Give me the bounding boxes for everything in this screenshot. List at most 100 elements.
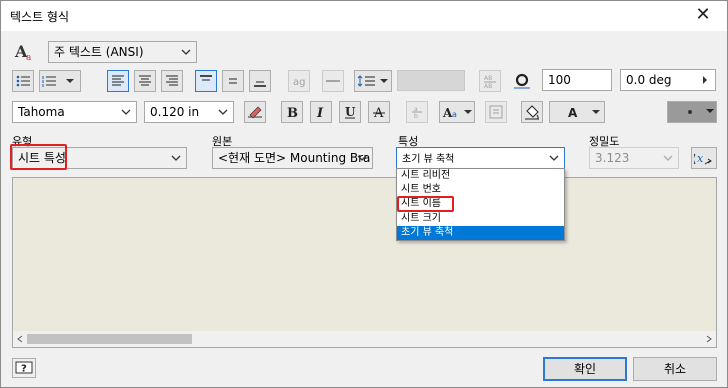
align-left-button[interactable] <box>107 70 129 92</box>
bold-icon: B <box>287 106 298 119</box>
type-callout-highlight <box>10 144 67 170</box>
rotation-input[interactable]: 0.0 deg <box>620 69 716 91</box>
line-button[interactable] <box>322 70 344 92</box>
strikethrough-button[interactable]: A <box>368 101 390 123</box>
text-style-value: 주 텍스트 (ANSI) <box>54 45 144 59</box>
italic-icon: I <box>316 106 324 119</box>
text-format-dialog: 텍스트 형식 ✕ Aa 주 텍스트 (ANSI) ag AB AB 100 0.… <box>0 0 728 388</box>
insert-parameter-button[interactable]: x <box>691 147 717 169</box>
underline-icon: U <box>345 105 356 119</box>
svg-text:A: A <box>568 106 578 119</box>
property-option[interactable]: 시트 리비전 <box>397 169 564 183</box>
bold-button[interactable]: B <box>281 101 303 123</box>
text-edit-area[interactable] <box>12 177 717 348</box>
bullet-list-icon <box>16 75 30 87</box>
source-select[interactable]: <현재 도면> Mounting Bra <box>212 147 373 169</box>
fraction-icon: ab <box>412 106 422 119</box>
underline-button[interactable]: U <box>339 101 361 123</box>
property-select[interactable]: 초기 뷰 축척 <box>396 147 565 169</box>
symbol-button[interactable] <box>485 101 507 123</box>
line-spacing-icon <box>357 75 388 87</box>
font-select[interactable]: Tahoma <box>12 101 137 123</box>
chevron-right-icon <box>703 76 707 84</box>
line-spacing-value-field[interactable] <box>397 70 465 91</box>
valign-middle-icon <box>229 78 237 84</box>
chevron-down-icon <box>121 109 131 115</box>
help-button[interactable]: ? <box>12 358 36 378</box>
cancel-button[interactable]: 취소 <box>633 357 717 381</box>
precision-value: 3.123 <box>595 151 630 165</box>
svg-text:?: ? <box>21 364 27 375</box>
svg-text:U: U <box>345 105 356 119</box>
stack-fraction-icon: ABAB <box>484 75 496 88</box>
svg-text:AB: AB <box>484 83 492 88</box>
align-left-icon <box>112 75 124 86</box>
chevron-down-icon <box>218 109 228 115</box>
align-center-button[interactable] <box>134 70 156 92</box>
font-value: Tahoma <box>18 105 65 119</box>
paint-bucket-icon <box>525 105 539 120</box>
svg-text:a: a <box>26 53 32 62</box>
parameter-icon: x <box>694 152 712 165</box>
italic-button[interactable]: I <box>310 101 332 123</box>
font-size-value: 0.120 in <box>150 105 200 119</box>
valign-top-icon <box>200 75 212 81</box>
align-center-icon <box>139 75 151 86</box>
fraction-button[interactable]: ab <box>406 101 428 123</box>
color-swatch-icon <box>688 109 714 114</box>
valign-top-button[interactable] <box>195 70 217 92</box>
text-style-select[interactable]: 주 텍스트 (ANSI) <box>48 41 197 63</box>
scrollbar-thumb[interactable] <box>27 334 192 344</box>
svg-text:AB: AB <box>484 75 492 82</box>
numbered-list-button[interactable] <box>39 70 81 92</box>
width-factor-value: 100 <box>548 73 571 87</box>
background-color-button[interactable] <box>667 101 717 123</box>
strikethrough-icon: A <box>373 106 385 119</box>
ok-button[interactable]: 확인 <box>543 357 627 381</box>
scroll-left-icon[interactable] <box>16 335 24 343</box>
stack-fraction-button[interactable]: AB AB <box>479 70 501 92</box>
help-icon: ? <box>15 361 33 375</box>
source-value: <현재 도면> Mounting Bra <box>218 151 371 165</box>
text-style-icon: Aa <box>13 42 35 62</box>
title-bar: 텍스트 형식 ✕ <box>1 1 727 31</box>
chevron-down-icon <box>549 155 559 161</box>
chevron-down-icon <box>663 155 673 161</box>
stack-button[interactable]: ag <box>288 70 310 92</box>
svg-text:I: I <box>316 106 324 119</box>
align-right-button[interactable] <box>161 70 183 92</box>
case-icon: Aa <box>442 106 472 119</box>
stack-icon: ag <box>293 77 305 87</box>
rotation-value: 0.0 deg <box>626 73 672 87</box>
case-button[interactable]: Aa <box>439 101 475 123</box>
property-option-selected[interactable]: 초기 뷰 축척 <box>397 225 564 240</box>
precision-select[interactable]: 3.123 <box>589 147 679 169</box>
chevron-down-icon <box>181 49 191 55</box>
width-factor-input[interactable]: 100 <box>542 69 612 91</box>
svg-text:a: a <box>452 110 457 119</box>
property-value: 초기 뷰 축척 <box>402 154 455 165</box>
close-icon[interactable]: ✕ <box>691 3 715 27</box>
line-spacing-button[interactable] <box>354 70 392 92</box>
valign-bottom-icon <box>254 81 266 87</box>
text-color-button[interactable]: A <box>549 101 605 123</box>
horizontal-scrollbar[interactable] <box>13 331 716 347</box>
valign-middle-button[interactable] <box>222 70 244 92</box>
font-size-select[interactable]: 0.120 in <box>144 101 234 123</box>
chevron-down-icon <box>171 155 181 161</box>
property-option[interactable]: 시트 크기 <box>397 212 564 226</box>
scroll-right-icon[interactable] <box>705 335 713 343</box>
symbol-icon <box>489 105 503 119</box>
svg-text:x: x <box>697 152 704 165</box>
align-right-icon <box>166 75 178 86</box>
bullet-list-button[interactable] <box>12 70 34 92</box>
valign-bottom-button[interactable] <box>249 70 271 92</box>
text-color-icon: A <box>568 106 600 119</box>
chevron-down-icon <box>357 155 367 161</box>
svg-text:B: B <box>287 106 298 119</box>
fill-color-button[interactable] <box>521 101 543 123</box>
numbered-list-icon <box>42 76 74 87</box>
svg-text:ag: ag <box>293 77 305 87</box>
text-height-icon <box>248 106 262 119</box>
text-height-button[interactable] <box>244 101 266 123</box>
